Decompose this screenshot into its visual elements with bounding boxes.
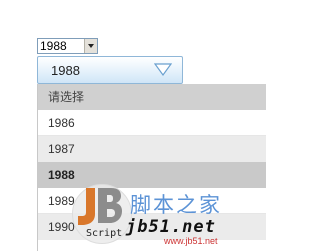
logo-j-icon [78, 188, 95, 225]
year-native-select[interactable]: 1988 [37, 38, 98, 54]
dropdown-option[interactable]: 1986 [38, 110, 266, 136]
year-custom-select[interactable]: 1988 [37, 56, 183, 84]
chevron-down-icon[interactable] [154, 63, 172, 77]
dropdown-option[interactable]: 1987 [38, 136, 266, 162]
logo-b-icon [98, 188, 122, 223]
site-watermark: Script 脚本之家 jb51.net www.jb51.net [72, 178, 265, 251]
watermark-brand-cn: 脚本之家 [130, 193, 222, 217]
watermark-script-label: Script [86, 228, 123, 239]
watermark-domain: jb51.net [126, 217, 216, 237]
dropdown-option-placeholder[interactable]: 请选择 [38, 84, 266, 110]
watermark-url: www.jb51.net [164, 236, 218, 246]
native-select-value: 1988 [40, 39, 67, 53]
chevron-down-icon[interactable] [84, 39, 97, 53]
custom-select-value: 1988 [51, 63, 80, 78]
page: 1988 1988 请选择 1986 1987 1988 1989 1990 S… [0, 0, 266, 251]
